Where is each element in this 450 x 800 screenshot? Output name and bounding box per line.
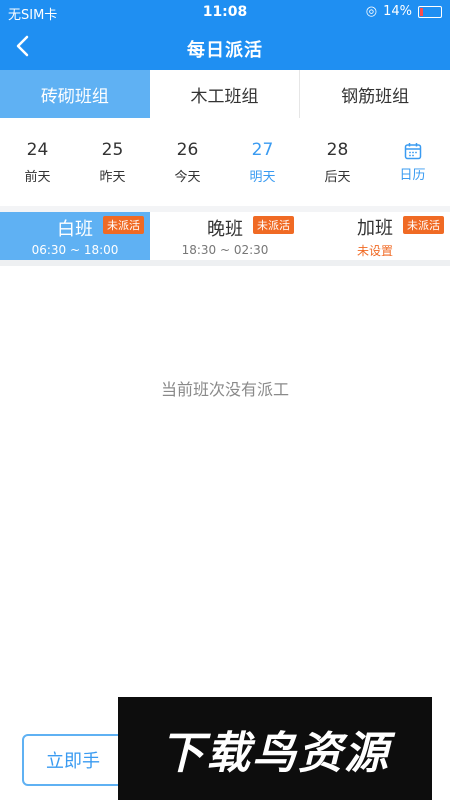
- shift-name: 白班: [57, 219, 93, 240]
- shift-time: 06:30 ~ 18:00: [31, 243, 119, 257]
- date-number: 24: [26, 139, 49, 160]
- shift-day[interactable]: 未派活 白班 06:30 ~ 18:00: [0, 212, 150, 260]
- button-label: 立即手: [46, 751, 100, 772]
- date-number: 27: [251, 139, 274, 160]
- date-label: 后天: [324, 169, 351, 185]
- status-bar: 无SIM卡 11:08 ◎ 14%: [0, 0, 450, 24]
- battery-percent: 14%: [383, 4, 412, 19]
- page-title: 每日派活: [187, 40, 263, 61]
- battery-icon: [418, 5, 442, 18]
- tab-brick-team[interactable]: 砖砌班组: [0, 70, 150, 118]
- team-tabs: 砖砌班组 木工班组 钢筋班组: [0, 70, 450, 118]
- date-selector: 24 前天 25 昨天 26 今天 27 明天 28 后天 日历: [0, 118, 450, 206]
- battery-fill: [420, 7, 423, 16]
- shift-name: 晚班: [207, 219, 243, 240]
- watermark-overlay: 下载鸟资源: [118, 697, 432, 800]
- date-label: 今天: [174, 169, 201, 185]
- shift-selector: 未派活 白班 06:30 ~ 18:00 未派活 晚班 18:30 ~ 02:3…: [0, 212, 450, 260]
- empty-message: 当前班次没有派工: [160, 380, 289, 399]
- date-today[interactable]: 26 今天: [150, 118, 225, 206]
- calendar-icon: [404, 142, 421, 159]
- status-right: ◎ 14%: [366, 4, 442, 19]
- date-yesterday[interactable]: 25 昨天: [75, 118, 150, 206]
- date-number: 26: [176, 139, 199, 160]
- tab-label: 砖砌班组: [40, 86, 109, 107]
- shift-overtime[interactable]: 未派活 加班 未设置: [300, 212, 450, 260]
- navigation-bar: 每日派活: [0, 24, 450, 70]
- date-tomorrow[interactable]: 27 明天: [225, 118, 300, 206]
- tab-rebar-team[interactable]: 钢筋班组: [300, 70, 450, 118]
- shift-name: 加班: [357, 217, 393, 239]
- shift-time: 18:30 ~ 02:30: [181, 243, 269, 257]
- date-label: 前天: [24, 169, 51, 185]
- date-number: 28: [326, 139, 349, 160]
- date-day-before-yesterday[interactable]: 24 前天: [0, 118, 75, 206]
- status-badge: 未派活: [403, 216, 444, 234]
- rotation-lock-icon: ◎: [365, 4, 378, 19]
- date-number: 25: [101, 139, 124, 160]
- tab-label: 木工班组: [190, 86, 259, 107]
- tab-carpentry-team[interactable]: 木工班组: [150, 70, 301, 118]
- tab-label: 钢筋班组: [341, 86, 410, 107]
- shift-time: 未设置: [356, 243, 393, 258]
- watermark-text: 下载鸟资源: [160, 727, 390, 779]
- shift-night[interactable]: 未派活 晚班 18:30 ~ 02:30: [150, 212, 300, 260]
- date-day-after-tomorrow[interactable]: 28 后天: [300, 118, 375, 206]
- status-badge: 未派活: [253, 216, 294, 234]
- date-label: 明天: [249, 169, 276, 185]
- calendar-label: 日历: [399, 167, 426, 183]
- status-badge: 未派活: [103, 216, 144, 234]
- calendar-button[interactable]: 日历: [375, 118, 450, 206]
- date-label: 昨天: [99, 169, 126, 185]
